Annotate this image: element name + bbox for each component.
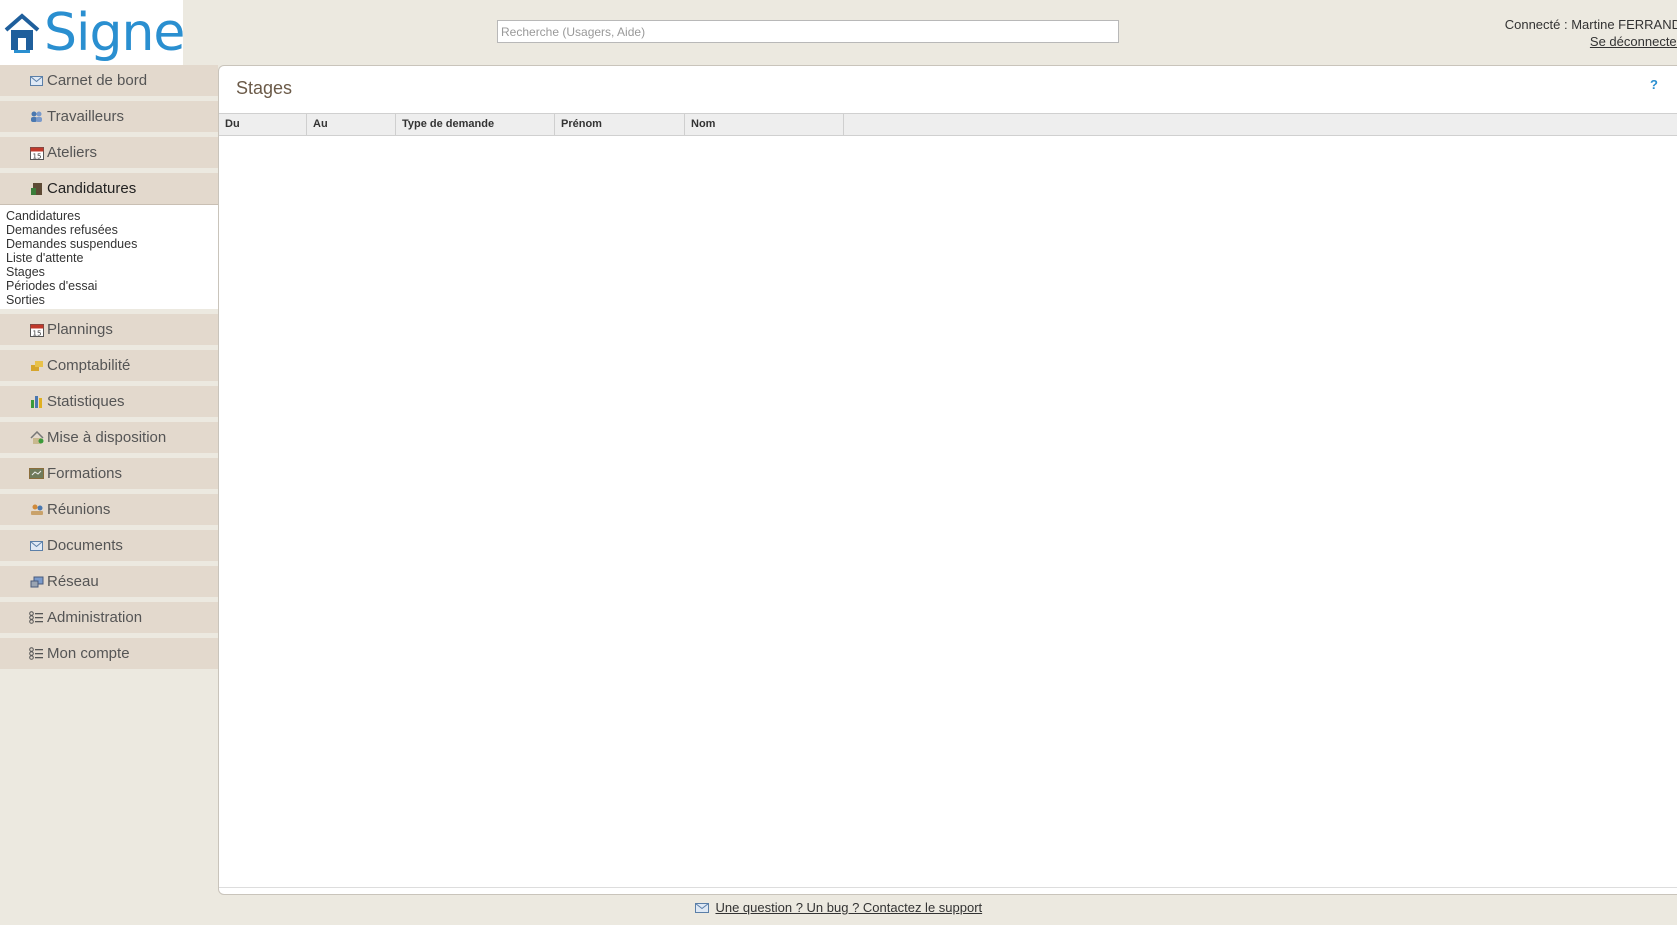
svg-text:15: 15 — [32, 329, 41, 337]
sidebar-item-ateliers[interactable]: 15 Ateliers — [0, 137, 218, 168]
page-title: Stages — [236, 78, 293, 98]
footer: Une question ? Un bug ? Contactez le sup… — [0, 900, 1677, 916]
sidebar-item-label: Statistiques — [47, 393, 125, 410]
sidebar-item-mise-a-disposition[interactable]: Mise à disposition — [0, 422, 218, 453]
sidebar-item-mon-compte[interactable]: Mon compte — [0, 638, 218, 669]
support-link[interactable]: Une question ? Un bug ? Contactez le sup… — [715, 900, 982, 915]
sidebar-item-documents[interactable]: Documents — [0, 530, 218, 561]
list-icon — [29, 647, 44, 660]
calendar-icon: 15 — [29, 323, 44, 337]
sidebar-item-label: Travailleurs — [47, 108, 124, 125]
sidebar-item-label: Mise à disposition — [47, 429, 167, 446]
search-input[interactable] — [497, 20, 1119, 43]
connected-user-label: Connecté : Martine FERRAND — [1504, 17, 1677, 32]
sidebar-item-label: Ateliers — [47, 144, 98, 161]
network-icon — [29, 575, 44, 588]
sidebar-item-label: Carnet de bord — [47, 72, 148, 89]
sidebar-item-travailleurs[interactable]: Travailleurs — [0, 101, 218, 132]
sidebar-item-reseau[interactable]: Réseau — [0, 566, 218, 597]
candidatures-submenu: Candidatures Demandes refusées Demandes … — [0, 204, 218, 309]
submenu-item-liste-d-attente[interactable]: Liste d'attente — [6, 251, 218, 265]
logo[interactable]: Signe — [0, 0, 185, 65]
envelope-icon — [29, 539, 44, 552]
door-icon — [29, 182, 44, 195]
sidebar-item-label: Administration — [47, 609, 143, 626]
sidebar-item-label: Comptabilité — [47, 357, 131, 374]
submenu-item-candidatures[interactable]: Candidatures — [6, 209, 218, 223]
house-icon — [29, 431, 44, 444]
envelope-icon — [29, 74, 44, 87]
user-box: Connecté : Martine FERRAND Se déconnecte… — [1505, 16, 1677, 50]
submenu-item-demandes-suspendues[interactable]: Demandes suspendues — [6, 237, 218, 251]
calendar-icon: 15 — [29, 146, 44, 160]
panel-divider — [219, 887, 1677, 888]
column-header-au[interactable]: Au — [307, 114, 396, 135]
column-header-du[interactable]: Du — [219, 114, 307, 135]
sidebar-item-label: Réseau — [47, 573, 99, 590]
sidebar-item-administration[interactable]: Administration — [0, 602, 218, 633]
logout-link[interactable]: Se déconnecter — [1505, 33, 1677, 50]
sidebar-item-label: Réunions — [47, 501, 111, 518]
sidebar-item-label: Plannings — [47, 321, 113, 338]
list-icon — [29, 611, 44, 624]
sidebar-item-label: Documents — [47, 537, 123, 554]
main-panel: Stages ? Du Au Type de demande Prénom No… — [218, 65, 1677, 895]
house-logo-icon — [4, 6, 40, 59]
sidebar-item-label: Candidatures — [47, 180, 137, 197]
sidebar-item-formations[interactable]: Formations — [0, 458, 218, 489]
submenu-item-sorties[interactable]: Sorties — [6, 293, 218, 307]
column-header-type-de-demande[interactable]: Type de demande — [396, 114, 555, 135]
envelope-icon — [694, 901, 709, 916]
sidebar-item-carnet-de-bord[interactable]: Carnet de bord — [0, 65, 218, 96]
column-header-prenom[interactable]: Prénom — [555, 114, 685, 135]
svg-text:15: 15 — [32, 152, 41, 160]
help-button[interactable]: ? — [1650, 77, 1658, 92]
logo-text: Signe — [44, 2, 185, 63]
board-icon — [29, 467, 44, 480]
coins-icon — [29, 359, 44, 372]
sidebar: Carnet de bord Travailleurs 15 Ateliers … — [0, 65, 218, 674]
sidebar-item-comptabilite[interactable]: Comptabilité — [0, 350, 218, 381]
column-header-nom[interactable]: Nom — [685, 114, 844, 135]
sidebar-item-plannings[interactable]: 15 Plannings — [0, 314, 218, 345]
submenu-item-periodes-d-essai[interactable]: Périodes d'essai — [6, 279, 218, 293]
sidebar-item-statistiques[interactable]: Statistiques — [0, 386, 218, 417]
column-header-empty — [844, 114, 1677, 135]
sidebar-item-reunions[interactable]: Réunions — [0, 494, 218, 525]
sidebar-item-label: Formations — [47, 465, 123, 482]
submenu-item-demandes-refusees[interactable]: Demandes refusées — [6, 223, 218, 237]
table-header: Du Au Type de demande Prénom Nom — [219, 113, 1677, 136]
meeting-icon — [29, 503, 44, 516]
sidebar-item-label: Mon compte — [47, 645, 130, 662]
users-icon — [29, 110, 44, 123]
submenu-item-stages[interactable]: Stages — [6, 265, 218, 279]
sidebar-item-candidatures[interactable]: Candidatures — [0, 173, 218, 204]
bar-chart-icon — [29, 395, 44, 408]
